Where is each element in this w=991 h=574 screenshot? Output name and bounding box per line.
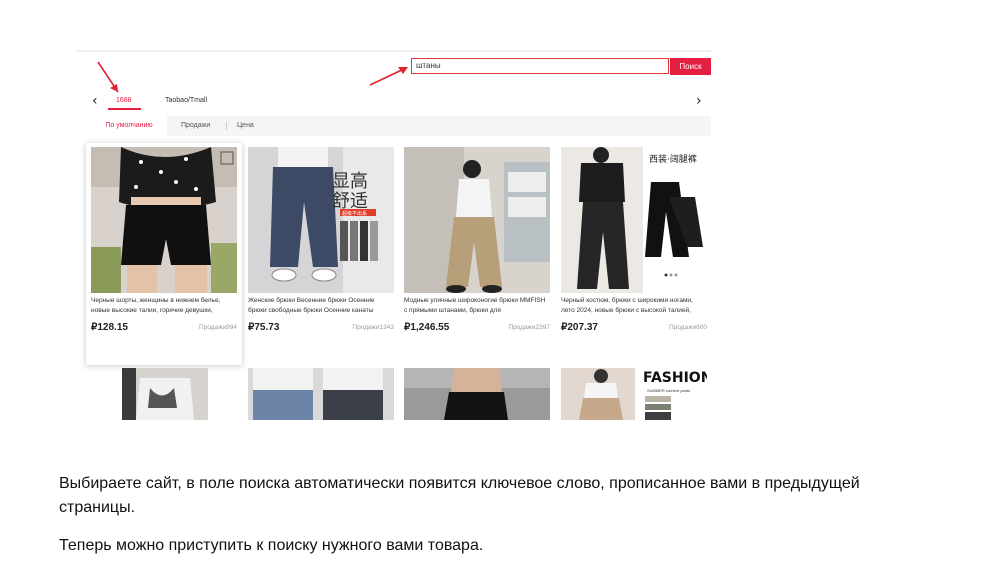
active-tab-underline [108,108,141,110]
product-sales: Продажи600 [669,324,707,331]
tab-taobao[interactable]: Taobao/Tmall [165,97,207,104]
chevron-left-icon[interactable]: ‹ [92,94,98,108]
product-card[interactable]: Модные уличные широконогие брюки MMFISH … [404,147,550,333]
product-image[interactable] [404,368,550,420]
product-title[interactable]: Черные шорты, женщины в нижнем белье, но… [91,296,237,316]
product-sales: Продажи1343 [352,324,394,331]
chevron-right-icon[interactable]: › [696,94,702,108]
product-image[interactable]: FASHION SUMMER comfort pants [561,368,707,420]
promo-text: 西装·阔腿裤 [649,155,697,165]
product-sales: Продажи994 [199,324,237,331]
product-card[interactable]: 显高 舒适 超级不出系 Женские брюки Весенние брюки… [248,147,394,333]
instruction-text-1: Выбираете сайт, в поле поиска автоматиче… [59,475,860,516]
product-title[interactable]: Женские брюки Весенние брюки Осенние брю… [248,296,394,316]
product-image[interactable] [248,368,394,420]
product-price: ₽207.37 [561,322,598,333]
sort-sales[interactable]: Продажи [181,116,210,136]
product-image[interactable]: 西装·阔腿裤 [561,147,707,293]
product-sales: Продажи2397 [508,324,550,331]
instruction-text-2: Теперь можно приступить к поиску нужного… [59,537,484,554]
product-price: ₽1,246.55 [404,322,450,333]
search-button[interactable]: Поиск [670,58,711,75]
product-card[interactable]: 西装·阔腿裤 Черный костюм, брюки с широкими н… [561,147,707,333]
search-input[interactable]: штаны [411,58,669,74]
product-image[interactable] [404,147,550,293]
promo-badge: 超级不出系 [342,211,368,217]
product-card[interactable]: Черные шорты, женщины в нижнем белье, но… [91,147,237,333]
product-price: ₽128.15 [91,322,128,333]
product-title[interactable]: Черный костюм, брюки с широкими ногами, … [561,296,707,316]
promo-subtext: SUMMER comfort pants [647,388,691,393]
product-title[interactable]: Модные уличные широконогие брюки MMFISH … [404,296,550,316]
product-image[interactable] [91,147,237,293]
top-divider [76,50,711,52]
tab-1688[interactable]: 1688 [116,97,132,104]
sort-price[interactable]: Цена [237,116,254,136]
sort-default[interactable]: По умолчанию [91,116,167,136]
sort-bar: По умолчанию Продажи Цена [91,116,711,136]
product-image[interactable] [122,368,208,420]
sort-divider [226,122,227,130]
product-price: ₽75.73 [248,322,280,333]
product-image[interactable]: 显高 舒适 超级不出系 [248,147,394,293]
promo-text: FASHION [643,370,707,386]
screenshot-region: штаны Поиск ‹ › 1688 Taobao/Tmall По умо… [76,50,711,420]
